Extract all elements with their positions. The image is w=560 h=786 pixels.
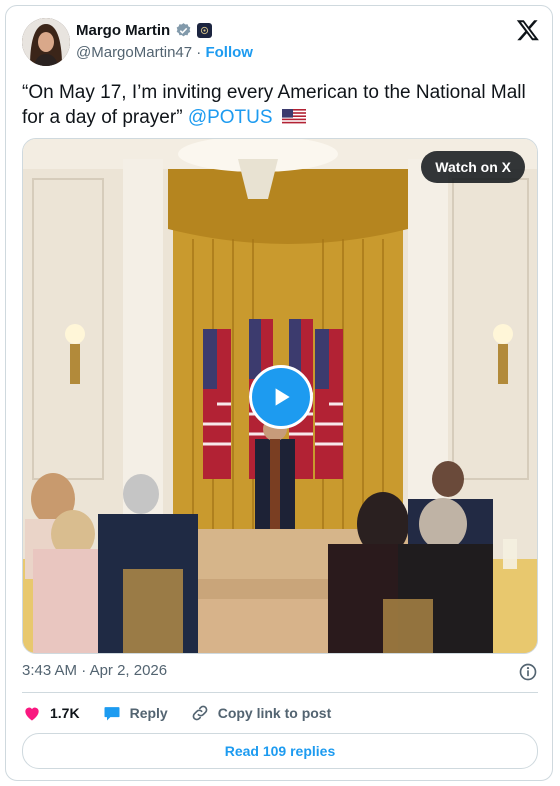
play-button[interactable] xyxy=(249,365,313,429)
read-replies-button[interactable]: Read 109 replies xyxy=(22,733,538,769)
meta-separator: · xyxy=(81,662,87,679)
link-icon xyxy=(192,705,208,721)
author-display-name[interactable]: Margo Martin xyxy=(76,22,170,39)
avatar[interactable] xyxy=(22,18,70,66)
separator-dot: · xyxy=(196,44,202,61)
follow-button[interactable]: Follow xyxy=(205,44,253,61)
x-logo-icon[interactable] xyxy=(516,18,540,42)
verified-badge-icon xyxy=(176,23,191,37)
tweet-time: 3:43 AM xyxy=(22,662,78,679)
like-button[interactable]: 1.7K xyxy=(22,703,80,723)
watch-on-x-button[interactable]: Watch on X xyxy=(421,151,525,183)
reply-button[interactable]: Reply xyxy=(102,703,168,723)
info-icon[interactable] xyxy=(518,662,538,682)
reply-bubble-icon xyxy=(104,707,120,721)
copy-link-label: Copy link to post xyxy=(217,705,332,721)
tweet-timestamp[interactable]: 3:43 AM · Apr 2, 2026 xyxy=(22,662,167,679)
handle-row: @MargoMartin47 · Follow xyxy=(76,44,253,61)
author-name-row: Margo Martin xyxy=(76,22,213,39)
author-handle[interactable]: @MargoMartin47 xyxy=(76,44,192,61)
action-bar: 1.7K Reply Copy link to post xyxy=(22,703,353,723)
divider xyxy=(22,692,538,693)
heart-icon xyxy=(25,707,39,721)
tweet-text: “On May 17, I’m inviting every American … xyxy=(22,80,532,130)
video-media[interactable]: Watch on X xyxy=(22,138,538,654)
us-flag-icon xyxy=(281,109,306,125)
like-count: 1.7K xyxy=(50,705,80,721)
copy-link-button[interactable]: Copy link to post xyxy=(190,703,332,723)
tweet-body: “On May 17, I’m inviting every American … xyxy=(22,82,526,128)
mention-link[interactable]: @POTUS xyxy=(188,107,273,128)
affiliation-badge-icon xyxy=(197,23,213,38)
reply-label: Reply xyxy=(129,705,168,721)
play-icon xyxy=(275,388,290,406)
tweet-date: Apr 2, 2026 xyxy=(89,662,168,679)
